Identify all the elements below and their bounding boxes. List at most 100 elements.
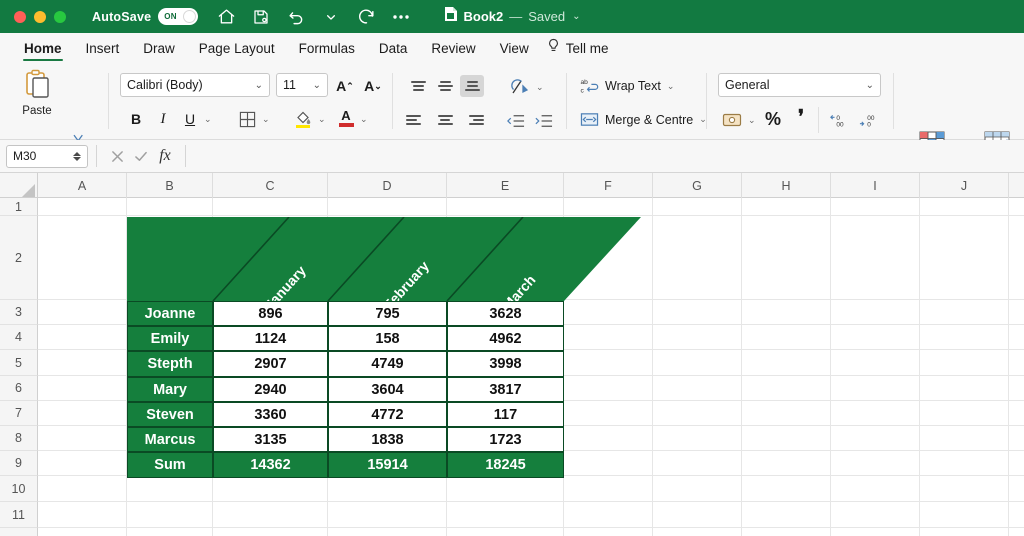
autosave-toggle[interactable]: ON (158, 8, 199, 25)
borders-icon[interactable] (236, 108, 258, 130)
name-box[interactable]: M30 (6, 144, 88, 168)
table-sum-cell: 14362 (213, 452, 328, 478)
svg-text:00: 00 (836, 121, 844, 128)
align-bottom-button[interactable] (460, 75, 484, 97)
table-row: Mary (127, 377, 213, 402)
table-cell: 3135 (213, 427, 328, 452)
accounting-format-icon[interactable] (720, 109, 744, 131)
increase-decimal-icon[interactable]: 00 0 (858, 109, 884, 131)
font-name-select[interactable]: Calibri (Body) ⌄ (120, 73, 270, 97)
fill-color-icon[interactable] (292, 107, 314, 129)
tab-data[interactable]: Data (367, 33, 420, 63)
undo-icon[interactable] (286, 7, 306, 27)
horizontal-align-group (406, 109, 484, 131)
comma-style-button[interactable]: ❜ (790, 105, 812, 129)
name-box-spinner[interactable] (73, 151, 81, 161)
underline-chevron-down-icon[interactable]: ⌄ (204, 114, 212, 125)
font-color-icon[interactable]: A (335, 106, 357, 130)
table-cell: 117 (447, 402, 564, 427)
autosave-label: AutoSave (92, 9, 152, 24)
table-row: Emily (127, 326, 213, 351)
save-icon[interactable] (251, 7, 271, 27)
wrap-text-button[interactable]: ab c Wrap Text ⌄ (580, 77, 674, 95)
svg-text:c: c (580, 88, 584, 95)
ribbon-tab-bar: Home Insert Draw Page Layout Formulas Da… (0, 33, 1024, 63)
fill-color-chevron-down-icon[interactable]: ⌄ (318, 114, 326, 125)
formula-bar-divider-1 (96, 145, 97, 167)
align-left-button[interactable] (406, 109, 430, 131)
align-center-button[interactable] (433, 109, 457, 131)
formula-input[interactable] (194, 145, 1024, 168)
toggle-knob (183, 10, 197, 23)
spreadsheet-grid[interactable]: A B C D E F G H I J 1 2 3 4 5 6 7 8 9 10… (0, 173, 1024, 536)
tab-formulas[interactable]: Formulas (287, 33, 367, 63)
table-cell: 3360 (213, 402, 328, 427)
autosave-state-text: ON (164, 12, 177, 21)
maximize-window-button[interactable] (54, 10, 66, 23)
tab-view[interactable]: View (488, 33, 541, 63)
tab-insert[interactable]: Insert (74, 33, 132, 63)
confirm-icon[interactable] (129, 150, 153, 163)
decrease-font-size-icon[interactable]: A ⌄ (362, 76, 384, 96)
ribbon-divider-3 (566, 73, 567, 129)
formula-bar: M30 fx (0, 140, 1024, 173)
underline-button[interactable]: U (180, 108, 200, 130)
tab-review[interactable]: Review (419, 33, 487, 63)
font-name-value: Calibri (Body) (127, 78, 203, 92)
grow-font-letter: A (336, 78, 347, 94)
number-format-select[interactable]: General ⌄ (718, 73, 881, 97)
home-icon[interactable] (216, 7, 236, 27)
borders-chevron-down-icon[interactable]: ⌄ (262, 114, 270, 125)
table-sum-cell: 18245 (447, 452, 564, 478)
font-color-chevron-down-icon[interactable]: ⌄ (360, 114, 368, 125)
ribbon-divider-2 (392, 73, 393, 129)
tab-draw[interactable]: Draw (131, 33, 187, 63)
merge-centre-button[interactable]: Merge & Centre ⌄ (580, 111, 707, 128)
paste-label: Paste (22, 105, 52, 117)
document-name[interactable]: Book2 (464, 9, 504, 24)
wrap-text-label: Wrap Text (605, 79, 661, 93)
italic-button[interactable]: I (153, 108, 173, 130)
table-cell: 1124 (213, 326, 328, 351)
close-window-button[interactable] (14, 10, 26, 23)
more-icon[interactable] (391, 7, 411, 27)
redo-icon[interactable] (356, 7, 376, 27)
shrink-font-letter: A (364, 78, 375, 94)
increase-indent-icon[interactable] (531, 110, 555, 132)
paste-button[interactable]: Paste (14, 69, 60, 133)
table-row: Stepth (127, 351, 213, 377)
orientation-icon[interactable] (508, 76, 532, 98)
table-cell: 795 (328, 301, 447, 326)
lightbulb-icon (547, 38, 560, 59)
tab-page-layout[interactable]: Page Layout (187, 33, 287, 63)
align-top-button[interactable] (406, 75, 430, 97)
autosave-control[interactable]: AutoSave ON (92, 8, 199, 25)
tell-me-control[interactable]: Tell me (541, 38, 608, 59)
table-cell: 1838 (328, 427, 447, 452)
increase-font-size-icon[interactable]: A ⌃ (334, 76, 356, 96)
table-row: Joanne (127, 301, 213, 326)
undo-chevron-icon[interactable] (321, 7, 341, 27)
number-format-chevron-down-icon: ⌄ (865, 79, 874, 91)
merge-centre-label: Merge & Centre (605, 112, 694, 127)
wrap-text-chevron-down-icon: ⌄ (666, 80, 675, 91)
orientation-chevron-down-icon[interactable]: ⌄ (536, 82, 544, 93)
tab-home[interactable]: Home (12, 33, 74, 63)
decrease-decimal-icon[interactable]: 0 00 (828, 109, 854, 131)
insert-function-icon[interactable]: fx (153, 147, 177, 165)
ribbon-divider-4 (706, 73, 707, 129)
minimize-window-button[interactable] (34, 10, 46, 23)
table-sum-cell: 15914 (328, 452, 447, 478)
svg-text:0: 0 (867, 121, 871, 128)
align-middle-button[interactable] (433, 75, 457, 97)
accounting-chevron-down-icon[interactable]: ⌄ (748, 115, 756, 126)
table-cell: 3998 (447, 351, 564, 377)
decrease-indent-icon[interactable] (503, 110, 527, 132)
cancel-icon[interactable] (105, 150, 129, 163)
bold-button[interactable]: B (126, 108, 146, 130)
align-right-button[interactable] (460, 109, 484, 131)
percent-style-button[interactable]: % (762, 107, 784, 131)
font-size-select[interactable]: 11 ⌄ (276, 73, 328, 97)
table-cell: 4962 (447, 326, 564, 351)
title-chevron-down-icon[interactable]: ⌄ (572, 11, 580, 22)
